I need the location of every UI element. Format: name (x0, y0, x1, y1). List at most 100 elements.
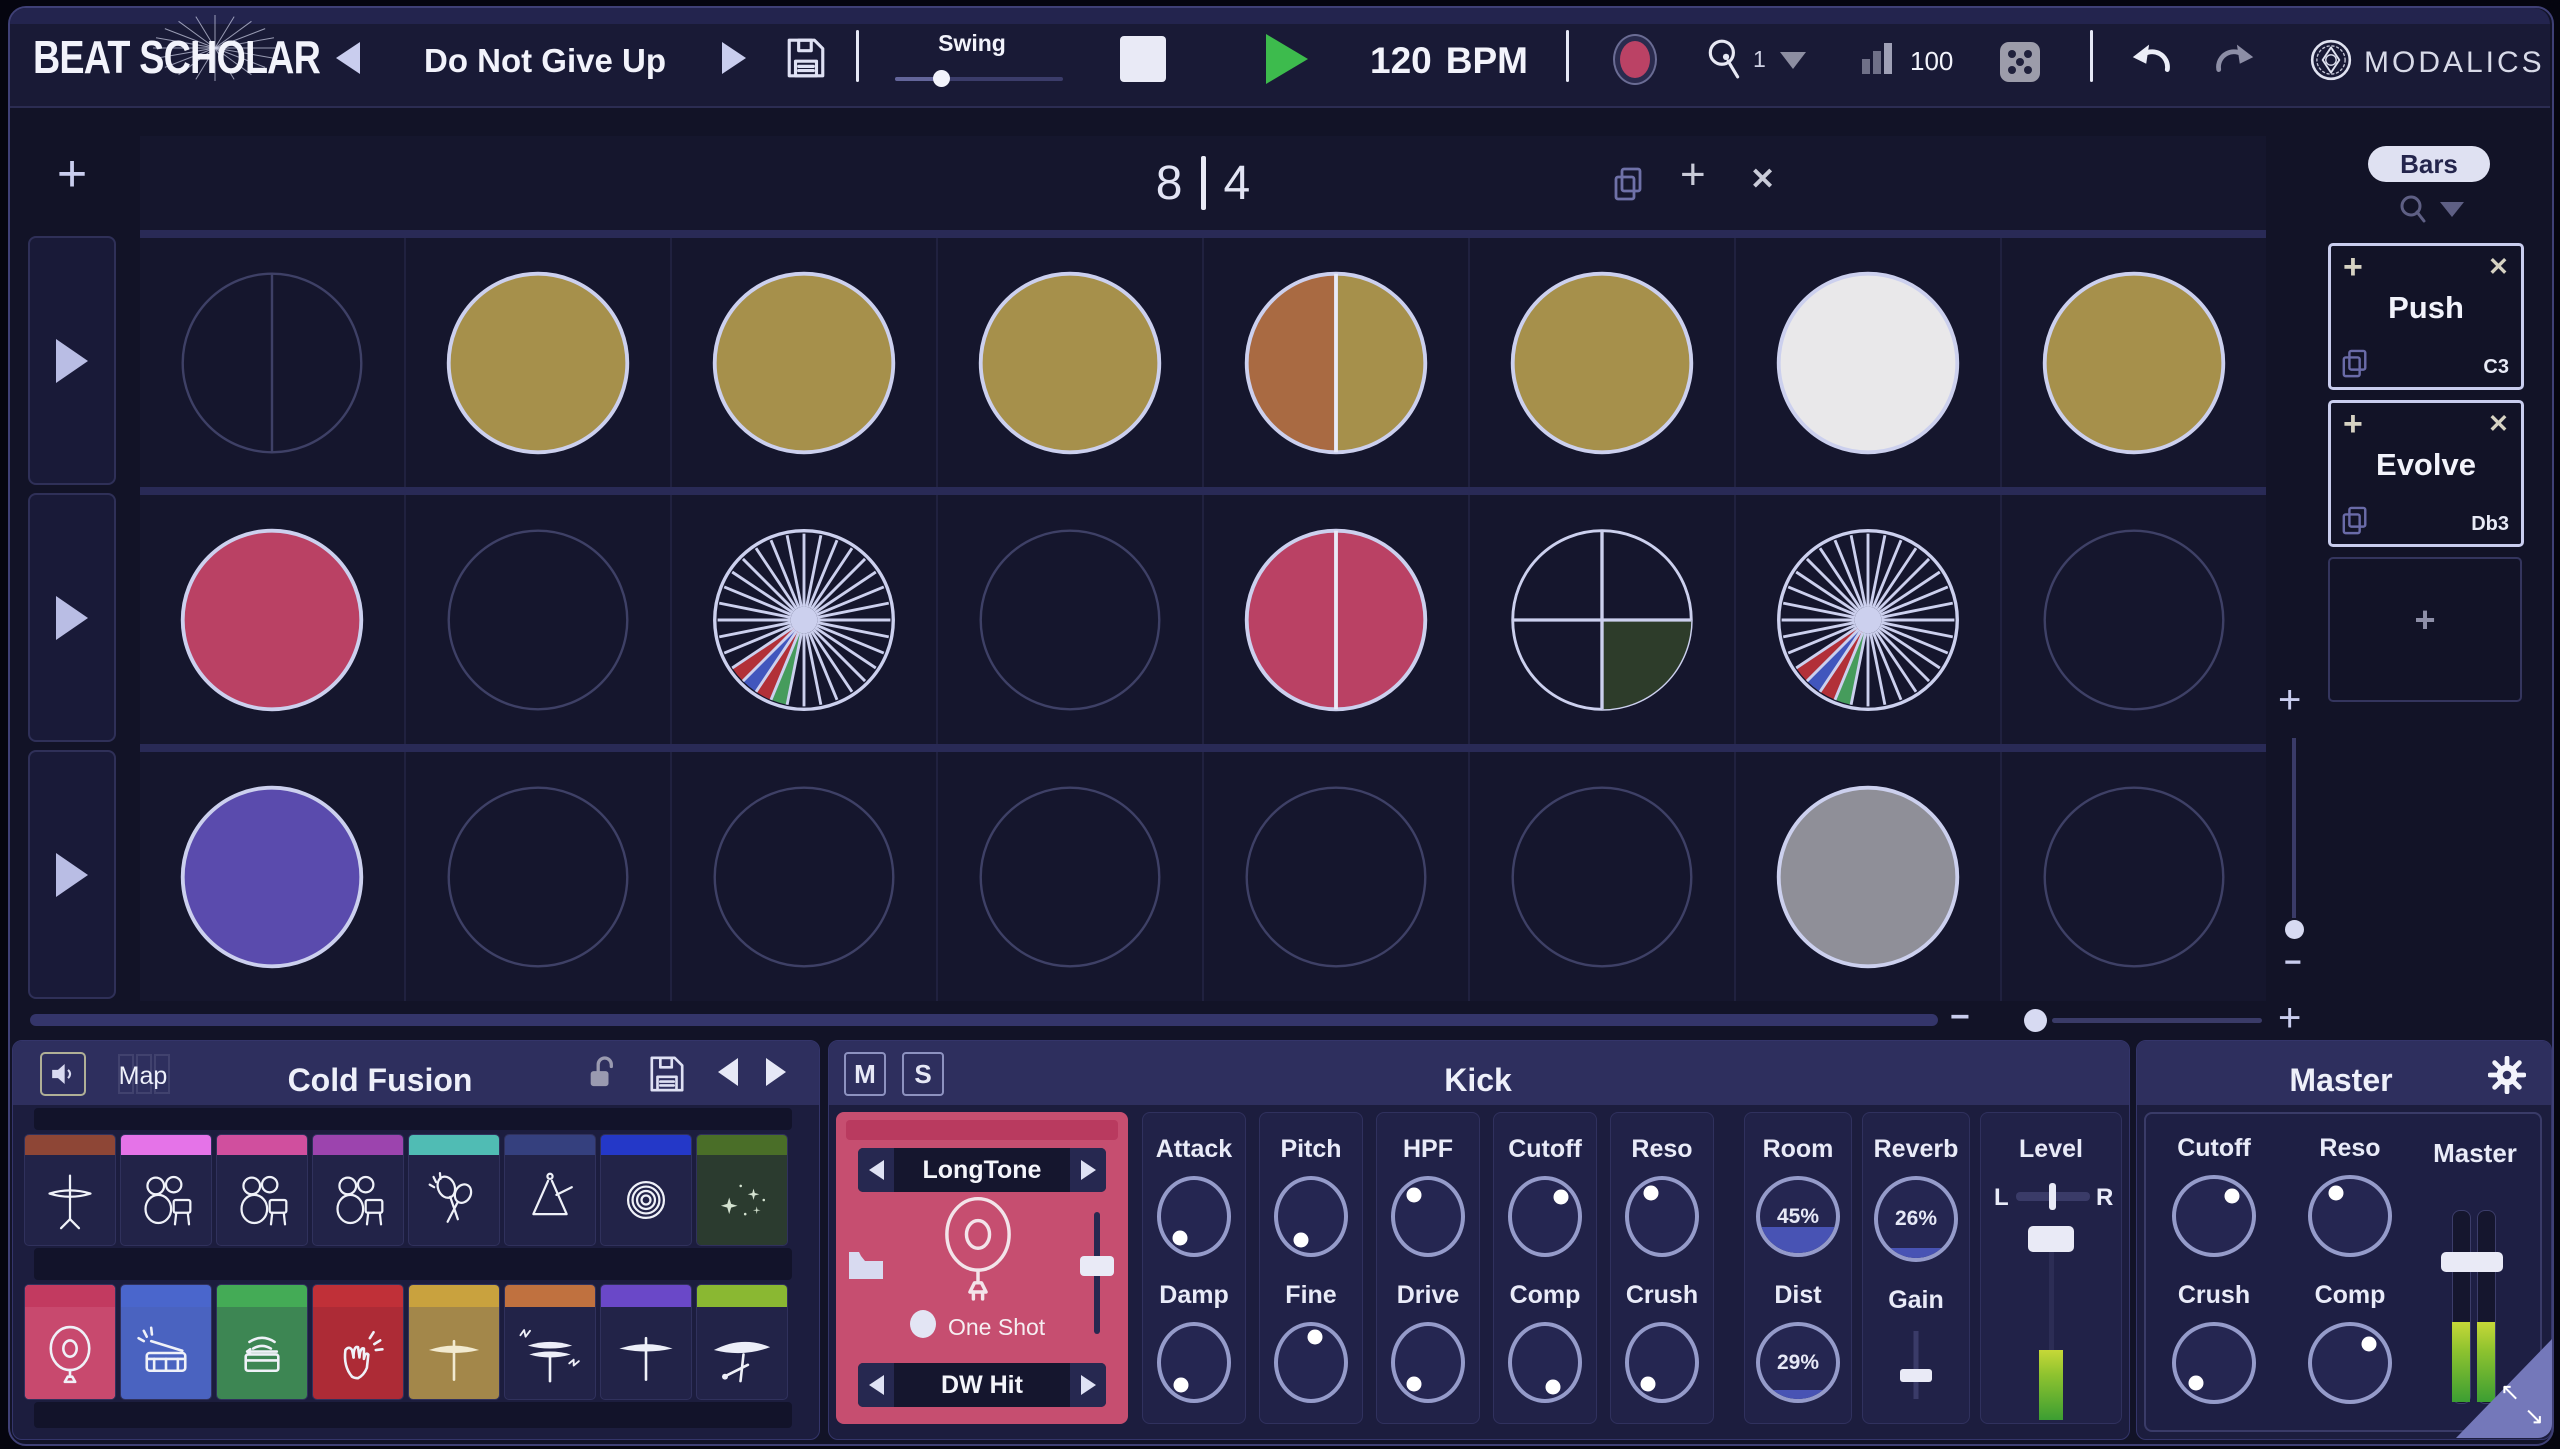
quantize-magnifier-icon[interactable] (1706, 38, 1744, 80)
beat-cell-r2c4[interactable] (936, 487, 1202, 744)
level-fader-handle[interactable] (2028, 1226, 2074, 1252)
save-kit-icon[interactable] (648, 1054, 686, 1094)
instrument-pad-maracas[interactable] (408, 1134, 500, 1246)
beat-cell-r3c6[interactable] (1468, 744, 1734, 1001)
duplicate-pattern-icon[interactable] (2341, 349, 2369, 379)
instrument-pad-kick-drum[interactable] (24, 1284, 116, 1400)
beat-cell-r3c4[interactable] (936, 744, 1202, 1001)
prev-song-button[interactable] (336, 42, 360, 74)
damp-knob[interactable] (1157, 1322, 1231, 1403)
zoom-out-button[interactable]: − (1950, 998, 1970, 1037)
instrument-pad-stars[interactable] (696, 1134, 788, 1246)
add-row-button[interactable]: + (48, 144, 96, 204)
drive-knob[interactable] (1391, 1322, 1465, 1403)
beat-cell-r2c7[interactable] (1734, 487, 2000, 744)
zoom-slider-track[interactable] (2052, 1018, 2262, 1023)
beat-cell-r3c2[interactable] (404, 744, 670, 1001)
time-sig-numerator[interactable]: 8 (1156, 156, 1183, 211)
folder-icon[interactable] (846, 1248, 886, 1282)
prev-sample-button[interactable] (858, 1148, 894, 1192)
beat-cell-r2c8[interactable] (2000, 487, 2266, 744)
sample-name[interactable]: DW Hit (894, 1371, 1070, 1400)
row-trigger-2[interactable] (28, 493, 116, 742)
bars-dropdown-icon[interactable] (2440, 202, 2464, 217)
bpm-display[interactable]: 120 BPM (1370, 40, 1528, 82)
next-sample-button[interactable] (1070, 1148, 1106, 1192)
record-button[interactable] (1615, 36, 1655, 83)
crush-knob[interactable] (2172, 1322, 2256, 1404)
map-button[interactable]: Map (104, 1054, 182, 1094)
cutoff-knob[interactable] (2172, 1175, 2256, 1257)
dist-knob[interactable]: 29% (1756, 1322, 1840, 1403)
instrument-pad-drumkit[interactable] (312, 1134, 404, 1246)
volume-bars-icon[interactable] (1862, 42, 1894, 74)
reso-knob[interactable] (2308, 1175, 2392, 1257)
beat-cell-r1c5[interactable] (1202, 230, 1468, 487)
reverb-knob[interactable]: 26% (1874, 1176, 1958, 1262)
zoom-slider-handle[interactable] (2024, 1009, 2047, 1032)
instrument-pad-clap[interactable] (312, 1284, 404, 1400)
beat-cell-r2c3[interactable] (670, 487, 936, 744)
vertical-zoom-handle[interactable] (2285, 920, 2304, 939)
horizontal-scrollbar[interactable] (30, 1014, 1938, 1026)
zoom-in-button[interactable]: + (2278, 996, 2301, 1041)
comp-knob[interactable] (1508, 1322, 1582, 1403)
instrument-pad-hihat[interactable] (504, 1284, 596, 1400)
next-kit-button[interactable] (766, 1058, 786, 1086)
instrument-pad-snare-stick[interactable] (120, 1284, 212, 1400)
delete-pattern-icon[interactable]: ✕ (2488, 252, 2509, 282)
beat-cell-r1c1[interactable] (140, 230, 404, 487)
instrument-pad-rings[interactable] (600, 1134, 692, 1246)
beat-cell-r1c7[interactable] (1734, 230, 2000, 487)
vertical-zoom-track[interactable] (2292, 738, 2296, 918)
undo-icon[interactable] (2128, 38, 2174, 80)
beat-cell-r2c5[interactable] (1202, 487, 1468, 744)
instrument-pad-hihat-stand[interactable] (24, 1134, 116, 1246)
lock-icon[interactable] (586, 1054, 616, 1092)
add-pattern-icon[interactable]: + (2343, 405, 2363, 444)
pattern-card-empty[interactable]: + (2328, 557, 2522, 702)
instrument-pad-ride[interactable] (696, 1284, 788, 1400)
pattern-name[interactable]: Push (2331, 290, 2521, 326)
duplicate-bar-icon[interactable] (1612, 166, 1644, 202)
swing-slider-handle[interactable] (933, 70, 950, 87)
beat-cell-r1c2[interactable] (404, 230, 670, 487)
time-sig-denominator[interactable]: 4 (1224, 156, 1251, 211)
row-trigger-1[interactable] (28, 236, 116, 485)
kit-name[interactable]: Cold Fusion (230, 1062, 530, 1099)
instrument-pad-drumkit[interactable] (120, 1134, 212, 1246)
stop-button[interactable] (1120, 36, 1166, 82)
instrument-pad-drumkit[interactable] (216, 1134, 308, 1246)
next-song-button[interactable] (722, 42, 746, 74)
duplicate-pattern-icon[interactable] (2341, 506, 2369, 536)
attack-knob[interactable] (1157, 1176, 1231, 1257)
instrument-pad-cymbal[interactable] (408, 1284, 500, 1400)
one-shot-radio[interactable] (910, 1310, 936, 1338)
reso-knob[interactable] (1625, 1176, 1699, 1257)
gain-slider[interactable] (1879, 1327, 1953, 1403)
add-pattern-slot[interactable]: + (2330, 599, 2520, 641)
beat-cell-r1c6[interactable] (1468, 230, 1734, 487)
master-fader-handle[interactable] (2441, 1252, 2503, 1272)
beat-cell-r1c4[interactable] (936, 230, 1202, 487)
pitch-knob[interactable] (1274, 1176, 1348, 1257)
prev-sample-button[interactable] (858, 1363, 894, 1407)
save-icon[interactable] (785, 36, 827, 80)
beat-cell-r3c8[interactable] (2000, 744, 2266, 1001)
pattern-name[interactable]: Evolve (2331, 447, 2521, 483)
quantize-value[interactable]: 1 (1753, 46, 1766, 73)
add-pattern-icon[interactable]: + (2343, 248, 2363, 287)
bars-toggle-button[interactable]: Bars (2368, 146, 2490, 182)
instrument-pad-triangle[interactable] (504, 1134, 596, 1246)
volume-value[interactable]: 100 (1910, 46, 1953, 77)
sample-volume-handle[interactable] (1080, 1256, 1114, 1276)
settings-gear-icon[interactable] (2488, 1056, 2526, 1094)
add-bar-icon[interactable]: + (1680, 150, 1706, 200)
beat-cell-r1c3[interactable] (670, 230, 936, 487)
beat-cell-r2c6[interactable] (1468, 487, 1734, 744)
comp-knob[interactable] (2308, 1322, 2392, 1404)
beat-cell-r3c3[interactable] (670, 744, 936, 1001)
bpm-value[interactable]: 120 (1370, 40, 1432, 82)
mute-button[interactable]: M (844, 1052, 886, 1096)
delete-pattern-icon[interactable]: ✕ (2488, 409, 2509, 439)
